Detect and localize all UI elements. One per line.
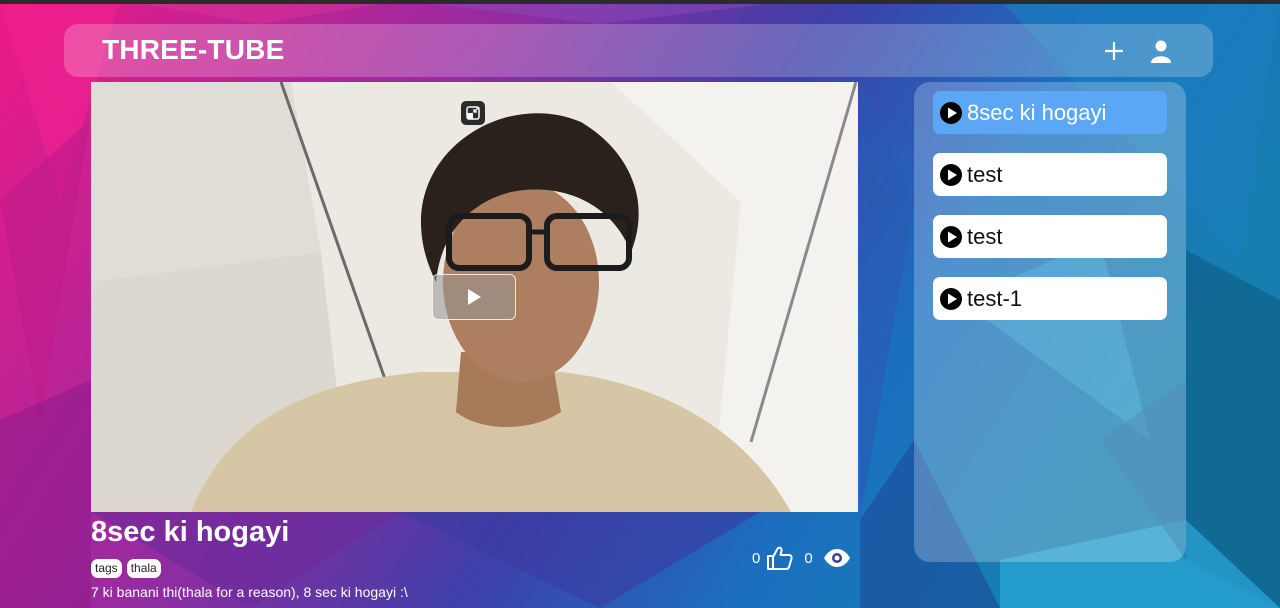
playlist-item[interactable]: test-1 [933, 277, 1167, 320]
play-icon[interactable] [432, 274, 516, 320]
playlist-item[interactable]: 8sec ki hogayi [933, 91, 1167, 134]
video-stats: 0 0 [752, 544, 851, 572]
play-circle-icon [939, 225, 963, 249]
picture-in-picture-icon[interactable] [461, 101, 485, 125]
playlist-panel: 8sec ki hogayi test test test-1 [914, 82, 1186, 562]
play-circle-icon [939, 101, 963, 125]
eye-icon [823, 548, 851, 568]
video-description: 7 ki banani thi(thala for a reason), 8 s… [91, 584, 408, 600]
video-title: 8sec ki hogayi [91, 516, 290, 548]
play-circle-icon [939, 163, 963, 187]
view-count: 0 [804, 549, 813, 567]
tag-list: tags thala [91, 559, 161, 578]
user-icon[interactable] [1148, 38, 1174, 64]
video-player[interactable] [91, 82, 858, 512]
tag-chip[interactable]: thala [126, 559, 161, 578]
playlist-item-label: test [967, 161, 1003, 187]
brand-logo-text[interactable]: THREE-TUBE [102, 34, 284, 66]
window-top-strip [0, 0, 1280, 4]
plus-icon[interactable] [1101, 38, 1127, 64]
playlist-item-label: 8sec ki hogayi [967, 99, 1107, 125]
playlist-item[interactable]: test [933, 153, 1167, 196]
playlist-item-label: test-1 [967, 285, 1023, 311]
play-circle-icon [939, 287, 963, 311]
thumbs-up-icon[interactable] [766, 545, 794, 571]
playlist-item-label: test [967, 223, 1003, 249]
like-count: 0 [752, 549, 761, 567]
tag-chip[interactable]: tags [91, 559, 122, 578]
top-navbar: THREE-TUBE [64, 24, 1213, 77]
playlist-item[interactable]: test [933, 215, 1167, 258]
